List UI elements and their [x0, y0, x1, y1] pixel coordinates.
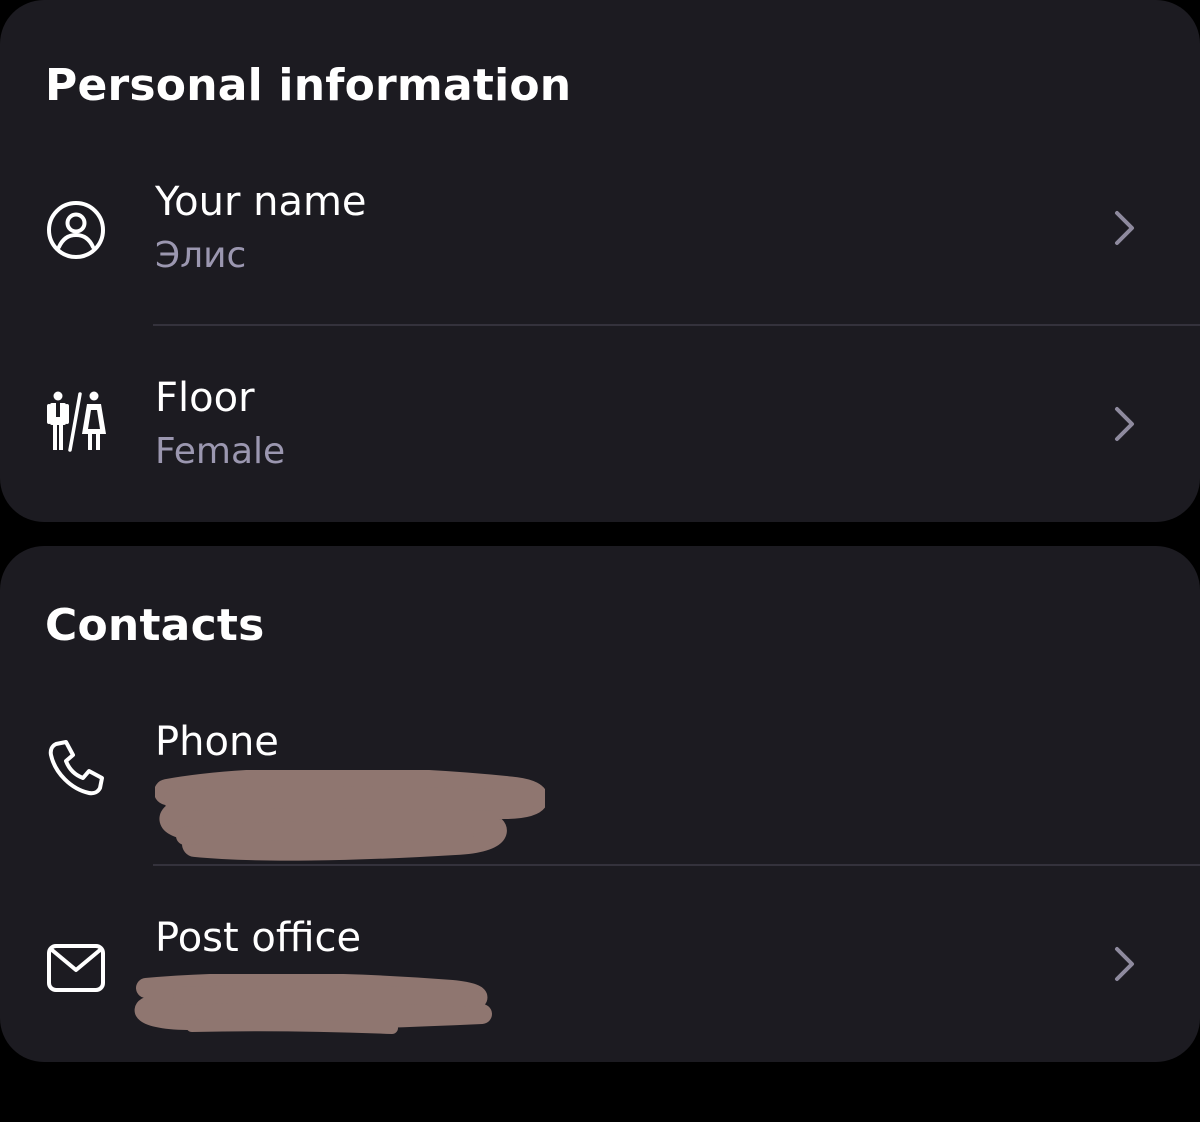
post-office-value-redaction	[132, 974, 502, 1040]
your-name-value: Элис	[155, 235, 247, 276]
phone-icon	[44, 736, 108, 800]
your-name-row[interactable]: Your name Элис	[0, 130, 1200, 326]
phone-row[interactable]: Phone	[0, 670, 1200, 866]
your-name-label: Your name	[155, 179, 367, 225]
personal-information-title: Personal information	[45, 60, 572, 111]
phone-label: Phone	[155, 719, 279, 765]
post-office-row[interactable]: Post office	[0, 866, 1200, 1062]
phone-value-redaction	[155, 770, 545, 864]
personal-information-card: Personal information Your name Элис Floo…	[0, 0, 1200, 522]
gender-icon	[44, 390, 108, 454]
chevron-right-icon	[1108, 404, 1142, 444]
floor-value: Female	[155, 431, 286, 472]
chevron-right-icon	[1108, 944, 1142, 984]
contacts-title: Contacts	[45, 600, 265, 651]
mail-icon	[44, 936, 108, 1000]
contacts-card: Contacts Phone Post office	[0, 546, 1200, 1062]
floor-label: Floor	[155, 375, 255, 421]
post-office-label: Post office	[155, 915, 362, 961]
person-circle-icon	[44, 198, 108, 262]
floor-row[interactable]: Floor Female	[0, 326, 1200, 522]
chevron-right-icon	[1108, 208, 1142, 248]
